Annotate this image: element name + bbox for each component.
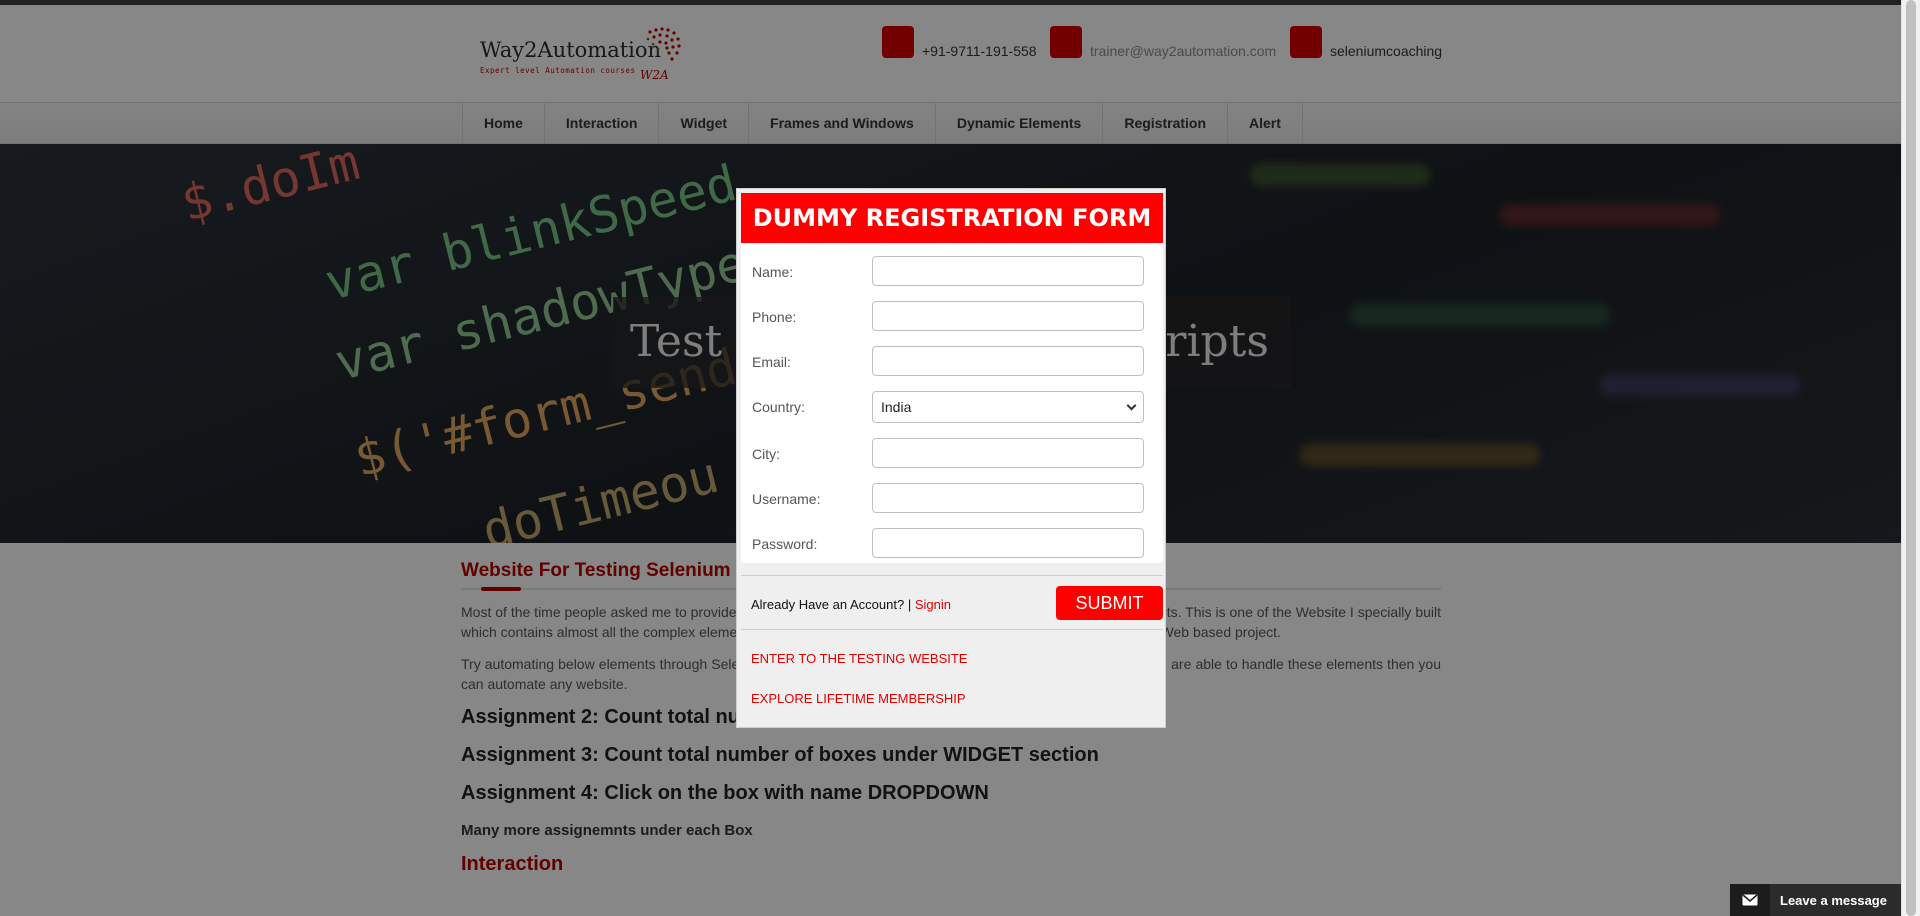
form-row-city: City:	[741, 438, 1163, 468]
modal-divider	[741, 575, 1163, 576]
form-row-country: Country: India	[741, 391, 1163, 423]
email-label: Email:	[752, 354, 791, 370]
modal-header: DUMMY REGISTRATION FORM	[741, 193, 1163, 243]
have-account-label: Already Have an Account? |	[751, 597, 912, 612]
country-select[interactable]: India	[872, 391, 1144, 423]
chevron-down-icon	[1126, 400, 1137, 410]
city-label: City:	[752, 446, 780, 462]
form-row-phone: Phone:	[741, 301, 1163, 331]
phone-input[interactable]	[872, 301, 1144, 331]
signin-link[interactable]: Signin	[915, 597, 951, 612]
leave-message-widget[interactable]: Leave a message	[1730, 884, 1901, 916]
envelope-icon	[1730, 884, 1770, 916]
envelope-icon-svg	[1742, 894, 1758, 906]
password-input[interactable]	[872, 528, 1144, 558]
email-input[interactable]	[872, 346, 1144, 376]
form-row-password: Password:	[741, 528, 1163, 558]
username-label: Username:	[752, 491, 821, 507]
registration-modal: DUMMY REGISTRATION FORM Name: Phone: Ema…	[736, 188, 1166, 728]
have-account-text: Already Have an Account? | Signin	[751, 597, 951, 612]
registration-form: Name: Phone: Email: Country: India City:…	[741, 243, 1163, 563]
city-input[interactable]	[872, 438, 1144, 468]
form-row-name: Name:	[741, 256, 1163, 286]
enter-testing-website-link[interactable]: ENTER TO THE TESTING WEBSITE	[751, 651, 967, 666]
form-row-email: Email:	[741, 346, 1163, 376]
username-input[interactable]	[872, 483, 1144, 513]
name-label: Name:	[752, 264, 794, 280]
country-selected-value: India	[881, 399, 912, 415]
password-label: Password:	[752, 536, 818, 552]
submit-button[interactable]: SUBMIT	[1056, 586, 1163, 620]
country-label: Country:	[752, 399, 805, 415]
explore-membership-link[interactable]: EXPLORE LIFETIME MEMBERSHIP	[751, 691, 966, 706]
leave-message-label: Leave a message	[1780, 892, 1887, 908]
scrollbar-thumb[interactable]	[1906, 0, 1916, 916]
modal-divider	[741, 629, 1163, 630]
name-input[interactable]	[872, 256, 1144, 286]
page-scrollbar[interactable]	[1901, 0, 1920, 916]
form-row-username: Username:	[741, 483, 1163, 513]
phone-label: Phone:	[752, 309, 797, 325]
modal-title: DUMMY REGISTRATION FORM	[752, 204, 1152, 232]
